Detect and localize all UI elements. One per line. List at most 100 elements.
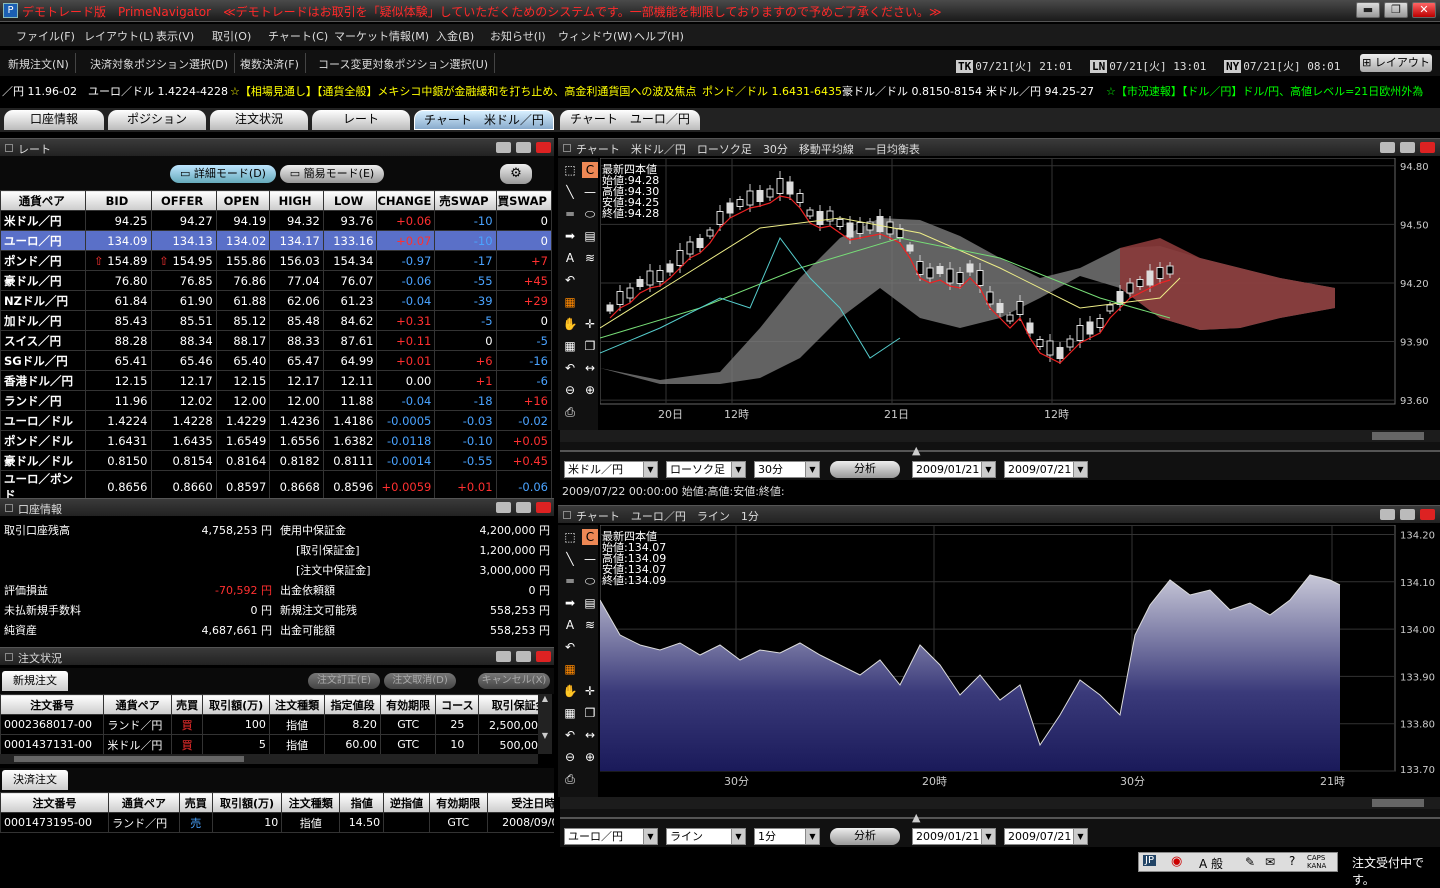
rate-row[interactable]: ポンド／円 ⇧ 154.89 ⇧ 154.95 155.86 156.03 154.34-… <box>0 250 553 271</box>
order-col-header[interactable]: 売買 <box>170 694 204 715</box>
zoom-track[interactable] <box>560 817 1440 819</box>
hscroll-thumb[interactable] <box>1372 799 1424 807</box>
rate-row[interactable]: 米ドル／円 94.25 94.27 94.19 94.32 93.76 +0.06 -10 0 <box>0 210 553 231</box>
scroll-down-icon[interactable]: ▼ <box>538 731 552 740</box>
rate-row[interactable]: 香港ドル／円 12.15 12.17 12.15 12.17 12.11 0.00 +1 -6 <box>0 370 553 391</box>
rate-row[interactable]: スイス／円 88.28 88.34 88.17 88.33 87.61 +0.11 0 -5 <box>0 330 553 351</box>
wave-tool-icon[interactable]: ≋ <box>582 250 598 266</box>
cancel-order-button[interactable]: 注文取消(D) <box>384 673 456 689</box>
tab-chart-usdjpy[interactable]: チャート 米ドル／円 <box>414 110 554 130</box>
rate-row[interactable]: NZドル／円 61.84 61.90 61.88 62.06 61.23 -0.04 -39 +… <box>0 290 553 311</box>
range-icon[interactable]: ↔ <box>582 727 598 743</box>
undo-icon[interactable]: ↶ <box>562 639 578 655</box>
rate-row[interactable]: 豪ドル／円 76.80 76.85 76.86 77.04 76.07 -0.06 -55 +4… <box>0 270 553 291</box>
ime-bar[interactable]: JP ◉ A 般 ✎ ✉ ? CAPS KANA <box>1138 852 1338 872</box>
settle-col-header[interactable]: 通貨ペア <box>108 792 180 813</box>
panel-close-button[interactable] <box>536 651 551 662</box>
text-tool-icon[interactable]: A <box>562 617 578 633</box>
tab-chart-eurjpy[interactable]: チャート ユーロ／円 <box>560 110 700 130</box>
print-icon[interactable]: ⎙ <box>562 771 578 787</box>
ellipse-tool-icon[interactable]: ⬭ <box>582 573 598 589</box>
panel-minimize-button[interactable] <box>496 142 511 153</box>
select-icon[interactable]: ⬚ <box>562 162 578 178</box>
tab-new-order[interactable]: 新規注文 <box>2 671 68 691</box>
menu-help[interactable]: ヘルプ(H) <box>634 28 684 44</box>
settle-col-header[interactable]: 逆指値 <box>383 792 430 813</box>
hand-tool-icon[interactable]: ✋ <box>562 683 578 699</box>
settle-row[interactable]: 0001473195-00ランド／円売10指値14.50 GTC2008/09/0… <box>0 812 554 833</box>
order-col-header[interactable]: 注文種類 <box>268 694 326 715</box>
grid-tool-icon[interactable]: ▤ <box>582 228 598 244</box>
menu-file[interactable]: ファイル(F) <box>16 28 75 44</box>
panel-maximize-button[interactable] <box>1400 509 1415 520</box>
rate-row[interactable]: ランド／円 11.96 12.02 12.00 12.00 11.88 -0.04 -18 +1… <box>0 390 553 411</box>
rate-col-header[interactable]: 通貨ペア <box>0 190 87 211</box>
ellipse-tool-icon[interactable]: ⬭ <box>582 206 598 222</box>
settle-col-header[interactable]: 注文番号 <box>0 792 110 813</box>
copy-icon[interactable]: ❐ <box>582 705 598 721</box>
menu-chart[interactable]: チャート(C) <box>268 28 328 44</box>
line-tool-icon[interactable]: ╲ <box>562 184 578 200</box>
menu-window[interactable]: ウィンドウ(W) <box>558 28 632 44</box>
order-col-header[interactable]: コース <box>435 694 480 715</box>
modify-order-button[interactable]: 注文訂正(E) <box>308 673 380 689</box>
rate-row[interactable]: SGドル／円 65.41 65.46 65.40 65.47 64.99 +0.01 +6 -1… <box>0 350 553 371</box>
rate-row[interactable]: ポンド／ドル 1.6431 1.6435 1.6549 1.6556 1.6382 -0.0… <box>0 430 553 451</box>
panel-maximize-button[interactable] <box>1400 142 1415 153</box>
close-button[interactable]: ✕ <box>1412 2 1436 18</box>
zoom-slider-handle[interactable]: ▲ <box>912 444 920 457</box>
panel-maximize-button[interactable] <box>516 142 531 153</box>
ime-mode-icon[interactable]: ◉ <box>1171 854 1182 869</box>
analyze-button[interactable]: 分析 <box>830 828 900 845</box>
copy-icon[interactable]: ❐ <box>582 338 598 354</box>
pair-select[interactable]: ユーロ／円 ▼ <box>564 828 658 845</box>
minimize-button[interactable]: ▬ <box>1356 2 1380 18</box>
settle-col-header[interactable]: 取引額(万) <box>211 792 283 813</box>
redo-icon[interactable]: ↶ <box>562 360 578 376</box>
ime-tools-icon[interactable]: ✉ <box>1265 855 1275 869</box>
chart2-hscroll[interactable] <box>560 797 1440 809</box>
ime-help-icon[interactable]: ? <box>1289 854 1295 868</box>
order-scrollbar[interactable]: ▲ ▼ <box>538 694 552 754</box>
tab-settle-order[interactable]: 決済注文 <box>2 770 68 790</box>
crosshair-icon[interactable]: ✛ <box>582 316 598 332</box>
select-icon[interactable]: ⬚ <box>562 529 578 545</box>
order-col-header[interactable]: 有効期限 <box>379 694 437 715</box>
chart-type-select[interactable]: ライン ▼ <box>666 828 746 845</box>
panel-minimize-button[interactable] <box>496 502 511 513</box>
panel-minimize-button[interactable] <box>1380 142 1395 153</box>
panel-minimize-button[interactable] <box>1380 509 1395 520</box>
menu-view[interactable]: 表示(V) <box>156 28 194 44</box>
tab-position[interactable]: ポジション <box>108 110 206 130</box>
color-palette-icon[interactable]: ▦ <box>562 661 578 677</box>
from-date-select[interactable]: 2009/01/21 ▼ <box>912 461 996 478</box>
panel-maximize-button[interactable] <box>516 502 531 513</box>
range-icon[interactable]: ↔ <box>582 360 598 376</box>
menu-trade[interactable]: 取引(O) <box>212 28 251 44</box>
menu-market[interactable]: マーケット情報(M) <box>334 28 429 44</box>
settle-col-header[interactable]: 注文種類 <box>281 792 341 813</box>
chart2-plot[interactable]: 134.20 134.10 134.00 133.90 133.80 133.70 30分 2… <box>600 525 1440 797</box>
tab-order-status[interactable]: 注文状況 <box>210 110 308 130</box>
wave-tool-icon[interactable]: ≋ <box>582 617 598 633</box>
analyze-button[interactable]: 分析 <box>830 461 900 478</box>
tab-rate[interactable]: レート <box>312 110 410 130</box>
chart1-plot[interactable]: 94.80 94.50 94.20 93.90 93.60 20日 12時 21日 12時 <box>600 158 1440 430</box>
gear-icon[interactable]: ⚙ <box>500 164 532 184</box>
redo-icon[interactable]: ↶ <box>562 727 578 743</box>
ime-pad-icon[interactable]: ✎ <box>1245 855 1255 869</box>
hscroll-thumb[interactable] <box>14 756 244 762</box>
cursor-mode-icon[interactable]: C <box>582 162 598 178</box>
zoom-out-icon[interactable]: ⊖ <box>562 749 578 765</box>
arrow-tool-icon[interactable]: ➡ <box>562 228 578 244</box>
pair-select[interactable]: 米ドル／円 ▼ <box>564 461 658 478</box>
panel-minimize-button[interactable] <box>496 651 511 662</box>
panel-close-button[interactable] <box>1420 509 1435 520</box>
to-date-select[interactable]: 2009/07/21 ▼ <box>1004 828 1088 845</box>
order-col-header[interactable]: 取引額(万) <box>202 694 270 715</box>
zoom-in-icon[interactable]: ⊕ <box>582 749 598 765</box>
zoom-slider-handle[interactable]: ▲ <box>912 811 920 824</box>
table-icon[interactable]: ▦ <box>562 705 578 721</box>
panel-close-button[interactable] <box>1420 142 1435 153</box>
rate-col-header[interactable]: 売SWAP <box>434 190 497 211</box>
